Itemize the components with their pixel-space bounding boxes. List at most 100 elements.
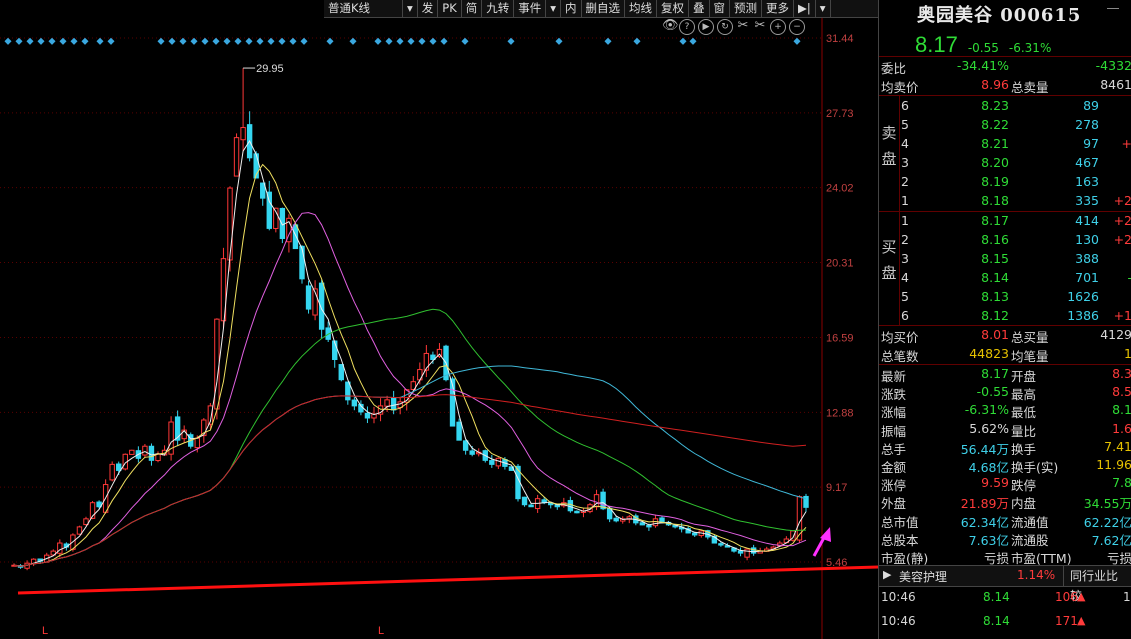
candle-body[interactable] <box>227 187 233 261</box>
toolbar-item[interactable]: 更多 <box>762 0 795 17</box>
candle-body[interactable] <box>174 416 181 441</box>
candle-body[interactable] <box>469 450 475 455</box>
event-marker[interactable] <box>300 37 308 45</box>
candle-body[interactable] <box>305 285 312 310</box>
trend-line[interactable] <box>17 563 878 595</box>
toolbar-item[interactable]: ▾ <box>816 0 831 17</box>
sector-name[interactable]: 美容护理 <box>899 568 947 585</box>
candle-body[interactable] <box>639 522 646 526</box>
event-marker[interactable] <box>15 37 23 45</box>
info-icon[interactable]: ? <box>679 19 695 35</box>
event-marker[interactable] <box>289 37 297 45</box>
zoom-in-icon[interactable]: + <box>770 19 786 35</box>
candle-body[interactable] <box>646 524 652 528</box>
candle-body[interactable] <box>384 399 390 407</box>
toolbar-item[interactable]: 普通K线 <box>324 0 403 17</box>
candle-body[interactable] <box>600 491 606 510</box>
event-marker[interactable] <box>507 37 515 45</box>
candle-body[interactable] <box>652 518 659 527</box>
toolbar-item[interactable]: ▶| <box>794 0 816 17</box>
event-marker[interactable] <box>179 37 187 45</box>
event-marker[interactable] <box>278 37 286 45</box>
candle-body[interactable] <box>364 412 371 419</box>
scissors-alt-icon[interactable]: ✂ <box>753 19 767 33</box>
candle-body[interactable] <box>456 421 462 441</box>
candle-body[interactable] <box>613 517 619 522</box>
candle-body[interactable] <box>351 399 358 407</box>
candle-body[interactable] <box>109 463 115 481</box>
toolbar-item[interactable]: 内 <box>561 0 582 17</box>
candle-body[interactable] <box>390 397 397 411</box>
candle-body[interactable] <box>76 526 83 535</box>
toolbar-item[interactable]: 预测 <box>730 0 763 17</box>
candle-body[interactable] <box>292 224 299 250</box>
toolbar-item[interactable]: 均线 <box>625 0 658 17</box>
event-marker[interactable] <box>418 37 426 45</box>
candle-body[interactable] <box>155 453 161 462</box>
sector-bar[interactable]: ▶ 美容护理 1.14% 同行业比较 <box>879 565 1131 603</box>
candle-body[interactable] <box>574 510 580 514</box>
candle-body[interactable] <box>194 437 200 449</box>
event-marker[interactable] <box>633 37 641 45</box>
toolbar-item[interactable]: ▾ <box>403 0 418 17</box>
candle-body[interactable] <box>718 543 724 546</box>
toolbar-item[interactable]: 发 <box>418 0 439 17</box>
toolbar-item[interactable]: 简 <box>462 0 483 17</box>
event-marker[interactable] <box>70 37 78 45</box>
event-marker[interactable] <box>793 37 801 45</box>
candle-body[interactable] <box>462 440 469 451</box>
event-marker[interactable] <box>107 37 115 45</box>
candle-body[interactable] <box>495 457 502 467</box>
candle-body[interactable] <box>129 449 135 455</box>
event-marker[interactable] <box>440 37 448 45</box>
event-marker[interactable] <box>4 37 12 45</box>
event-marker[interactable] <box>349 37 357 45</box>
eye-icon[interactable]: 👁 <box>662 19 679 33</box>
event-marker[interactable] <box>689 37 697 45</box>
event-marker[interactable] <box>267 37 275 45</box>
event-marker[interactable] <box>234 37 242 45</box>
event-marker[interactable] <box>555 37 563 45</box>
candle-body[interactable] <box>521 496 528 506</box>
candle-body[interactable] <box>148 445 155 461</box>
event-marker[interactable] <box>604 37 612 45</box>
candle-body[interactable] <box>692 532 698 536</box>
event-marker[interactable] <box>37 37 45 45</box>
toolbar-item[interactable]: 事件 <box>514 0 547 17</box>
event-marker[interactable] <box>245 37 253 45</box>
event-marker[interactable] <box>429 37 437 45</box>
toolbar-item[interactable]: 复权 <box>657 0 690 17</box>
event-marker[interactable] <box>81 37 89 45</box>
candle-body[interactable] <box>338 364 344 381</box>
candle-body[interactable] <box>567 500 574 512</box>
candle-body[interactable] <box>279 207 286 239</box>
candle-body[interactable] <box>489 460 495 465</box>
event-marker[interactable] <box>461 37 469 45</box>
kline-chart-area[interactable]: 31.44 27.73 24.02 20.31 16.59 12.88 9.17 5.46 29… <box>0 0 878 639</box>
event-marker[interactable] <box>168 37 176 45</box>
event-marker[interactable] <box>385 37 393 45</box>
event-marker[interactable] <box>26 37 34 45</box>
event-marker[interactable] <box>407 37 415 45</box>
candle-body[interactable] <box>744 548 750 558</box>
event-marker[interactable] <box>201 37 209 45</box>
scissors-icon[interactable]: ✂ <box>736 19 750 33</box>
event-marker[interactable] <box>59 37 67 45</box>
candle-body[interactable] <box>116 463 122 471</box>
refresh-icon[interactable]: ↻ <box>717 19 733 35</box>
candle-body[interactable] <box>214 318 220 410</box>
event-marker[interactable] <box>256 37 264 45</box>
candle-body[interactable] <box>345 381 351 401</box>
candle-body[interactable] <box>299 245 305 280</box>
toolbar-item[interactable]: 窗 <box>710 0 731 17</box>
event-marker[interactable] <box>326 37 334 45</box>
event-marker[interactable] <box>396 37 404 45</box>
event-marker[interactable] <box>157 37 165 45</box>
event-marker[interactable] <box>679 37 687 45</box>
candle-body[interactable] <box>528 504 534 508</box>
toolbar-item[interactable]: PK <box>438 0 462 17</box>
toolbar-item[interactable]: 删自选 <box>582 0 626 17</box>
industry-compare-button[interactable]: 同行业比较 <box>1063 566 1131 603</box>
event-marker[interactable] <box>96 37 104 45</box>
event-marker[interactable] <box>223 37 231 45</box>
